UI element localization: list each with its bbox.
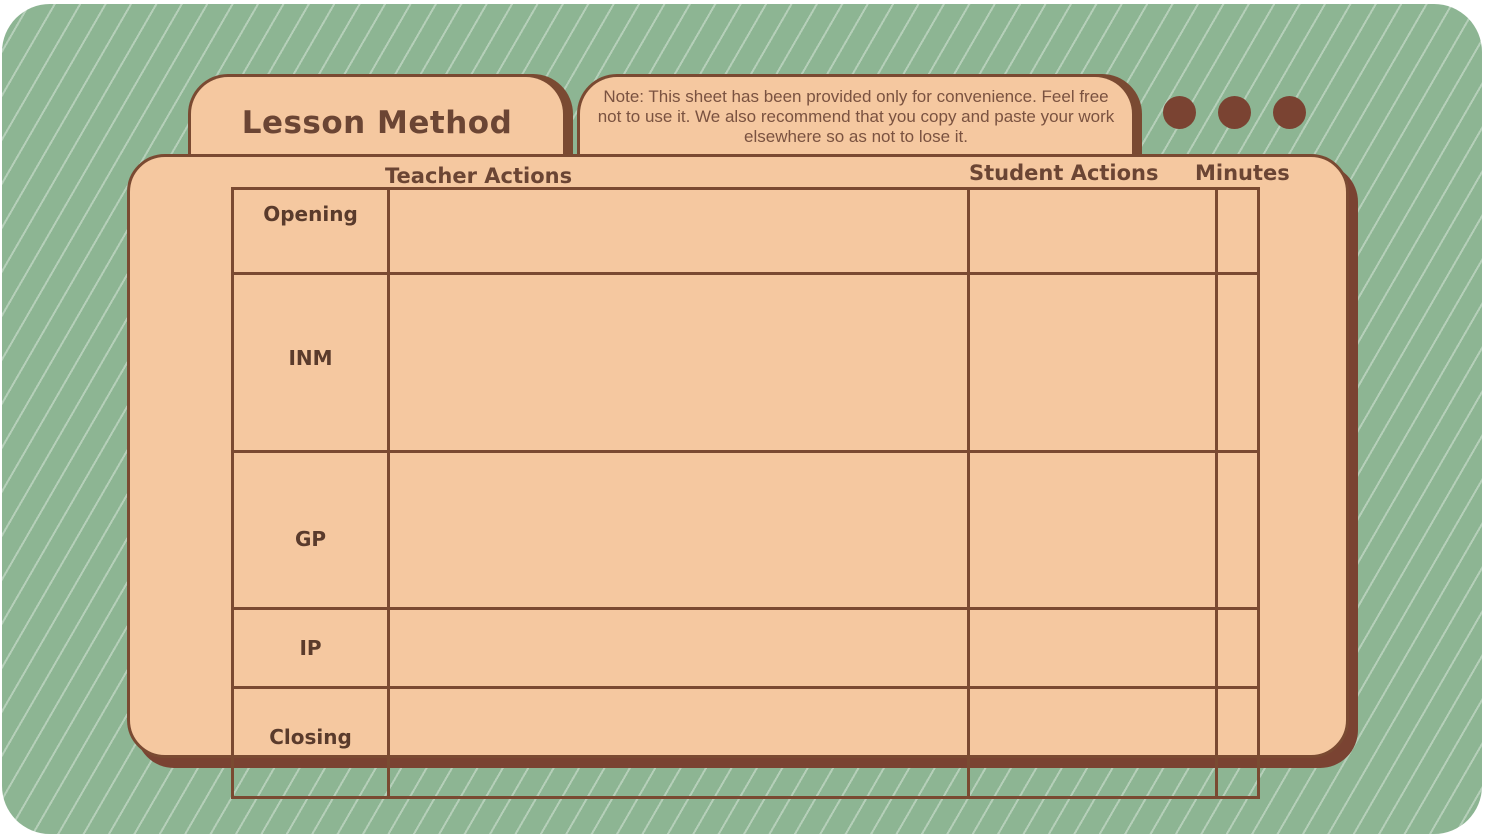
column-header-student-actions: Student Actions — [969, 161, 1159, 185]
decorative-dot-1 — [1163, 96, 1196, 129]
decorative-dot-3 — [1273, 96, 1306, 129]
table-row-inm: INM — [231, 272, 1260, 453]
table-row-opening: Opening — [231, 187, 1260, 275]
table-row-ip: IP — [231, 607, 1260, 689]
row-label-closing: Closing — [231, 686, 390, 799]
cell-teacher-inm[interactable] — [387, 272, 970, 453]
cell-student-opening[interactable] — [967, 187, 1218, 275]
cell-teacher-gp[interactable] — [387, 450, 970, 610]
decorative-dot-2 — [1218, 96, 1251, 129]
table-row-closing: Closing — [231, 686, 1260, 799]
lesson-method-title: Lesson Method — [241, 105, 513, 141]
row-label-opening: Opening — [231, 187, 390, 275]
cell-teacher-opening[interactable] — [387, 187, 970, 275]
table-row-gp: GP — [231, 450, 1260, 610]
row-label-inm: INM — [231, 272, 390, 453]
column-header-minutes: Minutes — [1195, 161, 1290, 185]
cell-minutes-gp[interactable] — [1215, 450, 1260, 610]
cell-minutes-ip[interactable] — [1215, 607, 1260, 689]
cell-minutes-closing[interactable] — [1215, 686, 1260, 799]
cell-teacher-closing[interactable] — [387, 686, 970, 799]
cell-student-gp[interactable] — [967, 450, 1218, 610]
lesson-plan-table: Opening INM GP IP Closing — [231, 187, 1260, 799]
cell-minutes-inm[interactable] — [1215, 272, 1260, 453]
slide-canvas: Lesson Method Note: This sheet has been … — [2, 4, 1482, 834]
cell-student-inm[interactable] — [967, 272, 1218, 453]
row-label-gp: GP — [231, 450, 390, 610]
row-label-ip: IP — [231, 607, 390, 689]
cell-student-closing[interactable] — [967, 686, 1218, 799]
convenience-note: Note: This sheet has been provided only … — [597, 87, 1115, 146]
cell-minutes-opening[interactable] — [1215, 187, 1260, 275]
cell-student-ip[interactable] — [967, 607, 1218, 689]
cell-teacher-ip[interactable] — [387, 607, 970, 689]
column-header-teacher-actions: Teacher Actions — [385, 164, 573, 188]
